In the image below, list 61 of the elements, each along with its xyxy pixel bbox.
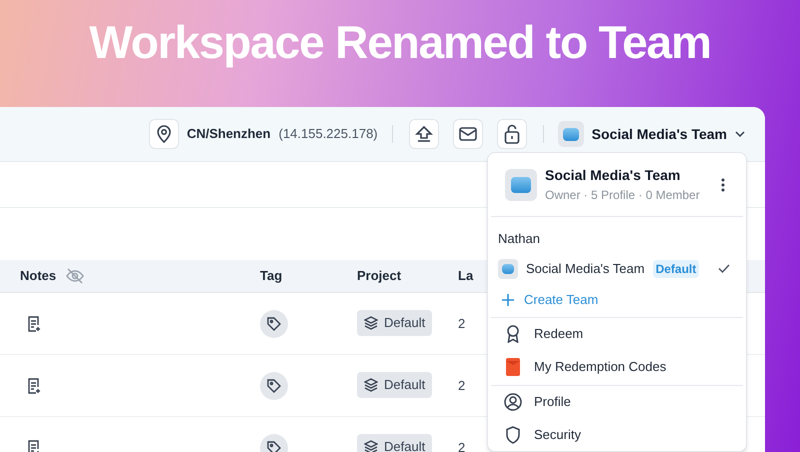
team-item[interactable]: Social Media's Team Default: [498, 256, 736, 280]
team-switcher[interactable]: Social Media's Team: [558, 121, 745, 147]
column-header: Notes: [20, 267, 56, 286]
table-cell: 2: [458, 440, 466, 452]
team-name: Social Media's Team: [592, 124, 727, 144]
location-label: CN/Shenzhen: [186, 125, 271, 144]
menu-item-label: Profile: [534, 393, 571, 412]
ip-address: (14.155.225.178): [278, 125, 378, 144]
group-label: Nathan: [497, 230, 541, 248]
menu-item-label: Security: [534, 426, 581, 444]
project-name: Default: [384, 314, 426, 332]
upload-icon: [414, 125, 433, 143]
tag-icon: [267, 378, 281, 392]
menu-item-label: Redeem: [534, 325, 584, 344]
team-logo: [505, 168, 537, 200]
team-item-name: Social Media's Team: [526, 260, 645, 278]
column-header: La: [458, 267, 474, 286]
tag-button[interactable]: [260, 372, 288, 400]
mail-button[interactable]: [452, 119, 483, 149]
menu-item[interactable]: Redeem: [488, 318, 746, 350]
headline: Workspace Renamed to Team: [89, 19, 711, 70]
team-logo: [558, 121, 584, 147]
table-cell: 2: [458, 316, 466, 330]
team-subtitle: Owner · 5 Profile · 0 Member: [545, 187, 701, 204]
note-add-icon[interactable]: [27, 440, 41, 452]
caret-icon: [735, 131, 745, 137]
layers-icon: [364, 316, 378, 330]
default-badge: Default: [652, 260, 700, 278]
award-ribbon-icon: [506, 325, 520, 343]
tag-icon: [267, 316, 281, 330]
location-pin-icon: [156, 125, 172, 143]
project-name: Default: [384, 438, 426, 452]
tag-icon: [267, 440, 281, 452]
team-title: Social Media's Team: [545, 166, 682, 185]
menu-item[interactable]: Security: [488, 418, 746, 451]
project-name: Default: [384, 376, 426, 394]
user-circle-icon: [504, 393, 522, 411]
location-button[interactable]: [148, 119, 179, 149]
column-header: Tag: [260, 267, 282, 286]
check-icon: [718, 264, 730, 273]
location-chip[interactable]: CN/Shenzhen (14.155.225.178): [148, 119, 378, 149]
plus-icon: [502, 294, 514, 306]
mail-icon: [458, 127, 477, 141]
layers-icon: [364, 440, 378, 452]
menu-item[interactable]: Profile: [488, 386, 746, 418]
team-logo: [498, 258, 518, 278]
menu-item[interactable]: My Redemption Codes: [488, 350, 746, 384]
menu-item-label: My Redemption Codes: [534, 358, 666, 376]
note-add-icon[interactable]: [27, 378, 41, 394]
column-header: Project: [357, 267, 402, 286]
create-team-link[interactable]: Create Team: [502, 288, 598, 310]
table-cell: 2: [458, 378, 466, 392]
note-add-icon[interactable]: [27, 316, 41, 332]
envelope-icon: [506, 358, 520, 376]
tag-button[interactable]: [260, 310, 288, 338]
lock-button[interactable]: [496, 119, 527, 149]
shield-icon: [505, 426, 521, 444]
unlocked-padlock-icon: [504, 124, 520, 144]
layers-icon: [364, 378, 378, 392]
upload-button[interactable]: [408, 119, 439, 149]
more-options-icon[interactable]: [721, 178, 725, 192]
